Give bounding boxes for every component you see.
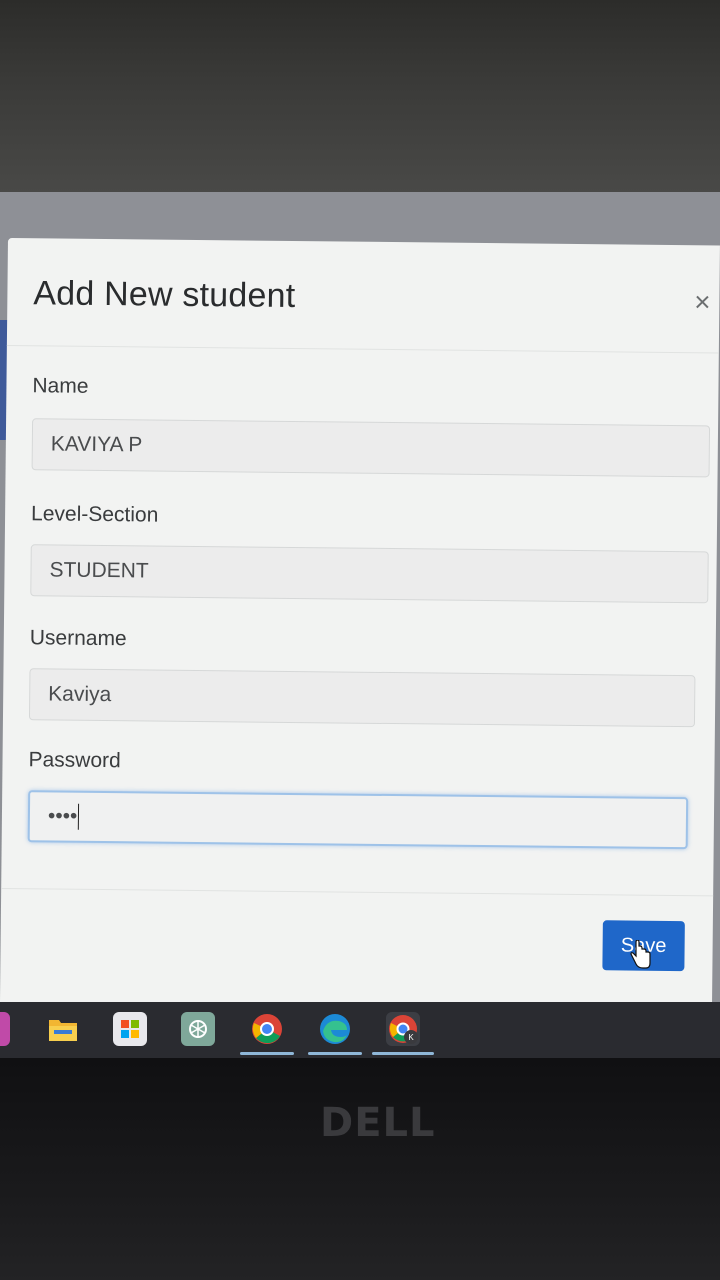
dell-logo: DELL (320, 1100, 436, 1146)
hand-cursor-icon (630, 940, 651, 969)
chrome-profile-active-indicator (372, 1052, 434, 1055)
add-student-modal: Add New student × Name KAVIYA P Level-Se… (0, 238, 720, 1014)
name-input[interactable]: KAVIYA P (31, 418, 711, 478)
text-caret (78, 803, 80, 830)
modal-title: Add New student (33, 274, 296, 316)
chrome-profile-icon[interactable]: K (386, 1012, 420, 1046)
username-label: Username (29, 626, 127, 651)
level-section-input[interactable]: STUDENT (30, 544, 709, 604)
modal-footer-divider (1, 887, 714, 897)
partial-app-icon[interactable] (0, 1012, 10, 1046)
password-value: •••• (47, 804, 78, 828)
password-input[interactable]: •••• (27, 790, 689, 850)
chrome-icon[interactable] (250, 1012, 284, 1046)
edge-active-indicator (308, 1052, 362, 1055)
monitor-top-bezel (0, 0, 720, 200)
store-icon[interactable] (113, 1012, 147, 1046)
chrome-active-indicator (240, 1052, 294, 1055)
password-label: Password (28, 748, 121, 773)
name-label: Name (32, 374, 89, 398)
level-section-label: Level-Section (30, 502, 159, 527)
modal-header: Add New student × (6, 238, 720, 354)
username-input[interactable]: Kaviya (28, 668, 696, 728)
file-explorer-icon[interactable] (46, 1012, 80, 1046)
chatgpt-icon[interactable] (181, 1012, 215, 1046)
close-icon[interactable]: × (689, 286, 715, 317)
svg-text:K: K (408, 1033, 414, 1042)
monitor-bottom-bezel (0, 1058, 720, 1280)
edge-icon[interactable] (318, 1012, 352, 1046)
taskbar (0, 1002, 720, 1058)
